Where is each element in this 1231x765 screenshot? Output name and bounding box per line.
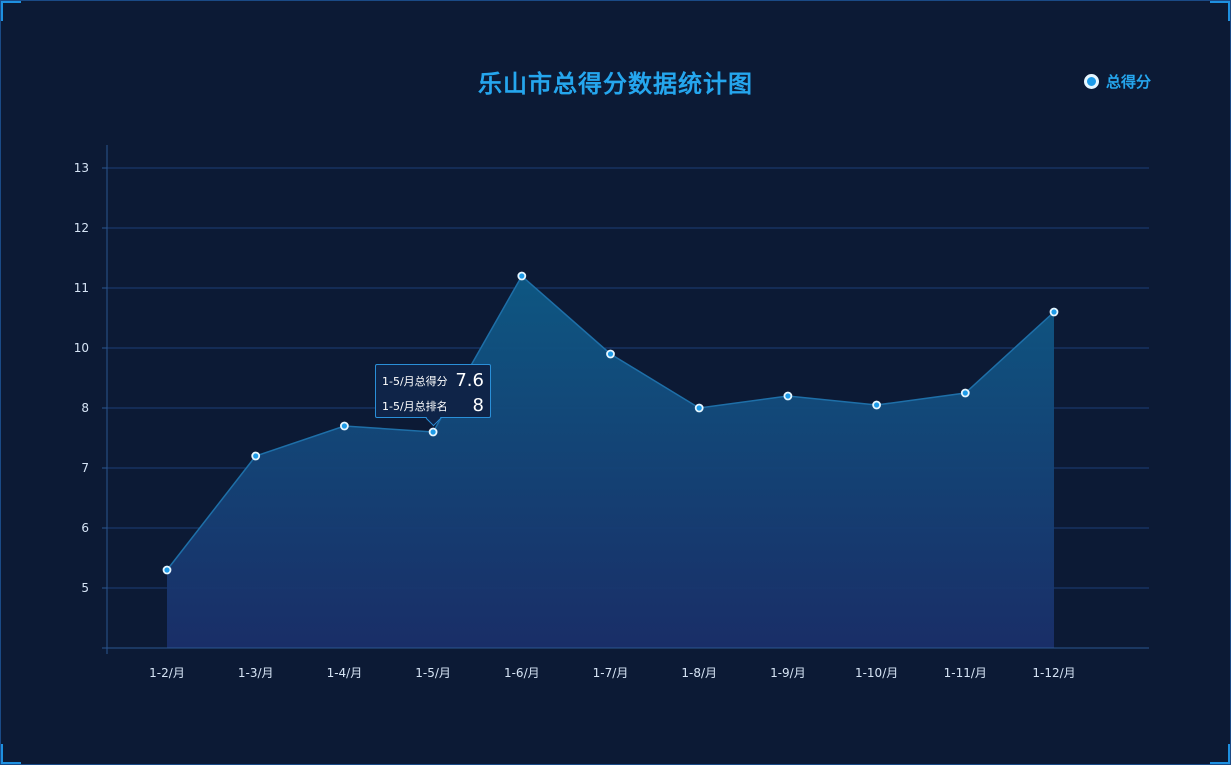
chart-legend[interactable]: 总得分 xyxy=(1083,71,1151,92)
data-point[interactable] xyxy=(960,388,970,398)
area-chart: 5 6 7 8 10 11 12 13 1-2/月 1-3/月 1-4/月 1-5/月 1-6/月 1-7… xyxy=(74,145,1149,680)
chart-title: 乐山市总得分数据统计图 xyxy=(478,70,753,98)
x-tick-label: 1-7/月 xyxy=(593,666,629,680)
y-tick-label: 10 xyxy=(74,341,89,355)
data-point[interactable] xyxy=(339,421,349,431)
x-tick-label: 1-11/月 xyxy=(944,666,987,680)
y-tick-label: 12 xyxy=(74,221,89,235)
data-point[interactable] xyxy=(606,349,615,359)
x-tick-label: 1-2/月 xyxy=(149,666,185,680)
y-tick-label: 11 xyxy=(74,281,89,295)
tooltip-score-label: 1-5/月总得分 xyxy=(382,374,448,388)
data-tooltip: 1-5/月总得分 7.6 1-5/月总排名 8 xyxy=(375,364,491,427)
legend-marker-icon xyxy=(1083,74,1099,89)
x-tick-label: 1-10/月 xyxy=(855,666,898,680)
data-point[interactable] xyxy=(872,400,881,410)
series-area xyxy=(167,276,1054,648)
data-point[interactable] xyxy=(1049,307,1059,317)
x-tick-label: 1-4/月 xyxy=(327,666,363,680)
data-point[interactable] xyxy=(428,427,438,437)
legend-label: 总得分 xyxy=(1105,73,1151,91)
x-tick-label: 1-9/月 xyxy=(770,666,806,680)
tooltip-rank-value: 8 xyxy=(472,395,484,416)
data-point[interactable] xyxy=(694,403,704,413)
data-point[interactable] xyxy=(162,565,172,575)
y-tick-label: 13 xyxy=(74,161,89,175)
data-point[interactable] xyxy=(783,391,793,401)
x-tick-label: 1-8/月 xyxy=(681,666,717,680)
x-tick-label: 1-5/月 xyxy=(415,666,451,680)
y-tick-label: 6 xyxy=(81,521,89,535)
x-tick-label: 1-6/月 xyxy=(504,666,540,680)
x-tick-label: 1-3/月 xyxy=(238,666,274,680)
tooltip-score-value: 7.6 xyxy=(455,370,484,391)
tooltip-rank-label: 1-5/月总排名 xyxy=(382,399,448,413)
y-tick-label: 5 xyxy=(81,581,89,595)
tooltip-row-score: 1-5/月总得分 7.6 xyxy=(382,368,484,393)
data-point[interactable] xyxy=(251,451,261,461)
x-tick-label: 1-12/月 xyxy=(1032,666,1075,680)
y-tick-label: 7 xyxy=(81,461,89,475)
y-tick-label: 8 xyxy=(81,401,89,415)
data-point[interactable] xyxy=(517,271,527,281)
